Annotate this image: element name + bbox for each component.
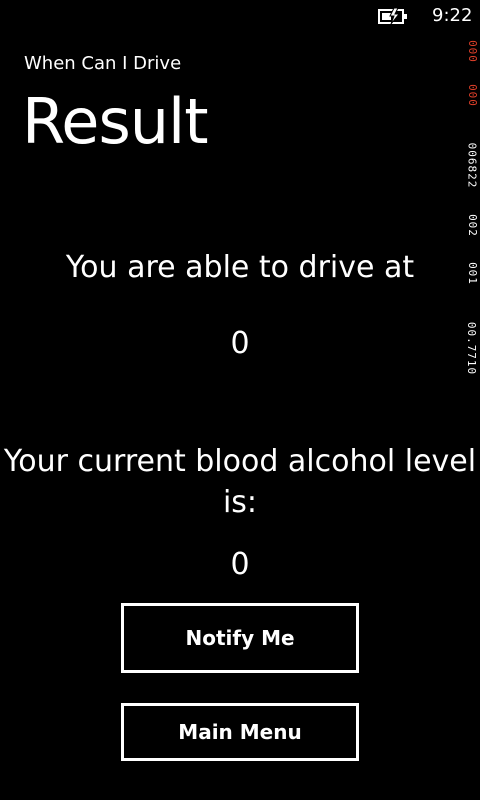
frame-rate-counter: 006822 bbox=[464, 130, 480, 200]
app-title: When Can I Drive bbox=[24, 53, 182, 74]
drive-time-value: 0 bbox=[230, 326, 250, 361]
blood-alcohol-value: 0 bbox=[230, 547, 250, 582]
main-menu-button[interactable]: Main Menu bbox=[121, 703, 359, 761]
counter-value: 000 bbox=[465, 83, 479, 107]
page-title: Result bbox=[22, 85, 209, 158]
counter-value: 006822 bbox=[465, 142, 479, 188]
notify-me-button[interactable]: Notify Me bbox=[121, 603, 359, 673]
frame-rate-counter: 000 bbox=[464, 36, 480, 66]
frame-rate-counter: 000 bbox=[464, 80, 480, 110]
counter-value: 001 bbox=[465, 261, 479, 285]
battery-charging-icon bbox=[378, 7, 407, 25]
counter-value: 00.7710 bbox=[465, 321, 479, 375]
status-clock: 9:22 bbox=[432, 5, 473, 26]
blood-alcohol-label: Your current blood alcohol level is: bbox=[0, 441, 480, 523]
frame-rate-counters: 000 000 006822 002 001 00.7710 bbox=[464, 34, 480, 394]
blood-alcohol-label-text: Your current blood alcohol level is: bbox=[3, 444, 477, 520]
frame-rate-counter: 001 bbox=[464, 258, 480, 288]
counter-value: 002 bbox=[465, 213, 479, 237]
frame-rate-counter: 00.7710 bbox=[464, 306, 480, 390]
drive-time-label: You are able to drive at bbox=[65, 250, 415, 285]
status-bar: 9:22 bbox=[0, 0, 480, 32]
frame-rate-counter: 002 bbox=[464, 210, 480, 240]
counter-value: 000 bbox=[465, 39, 479, 63]
